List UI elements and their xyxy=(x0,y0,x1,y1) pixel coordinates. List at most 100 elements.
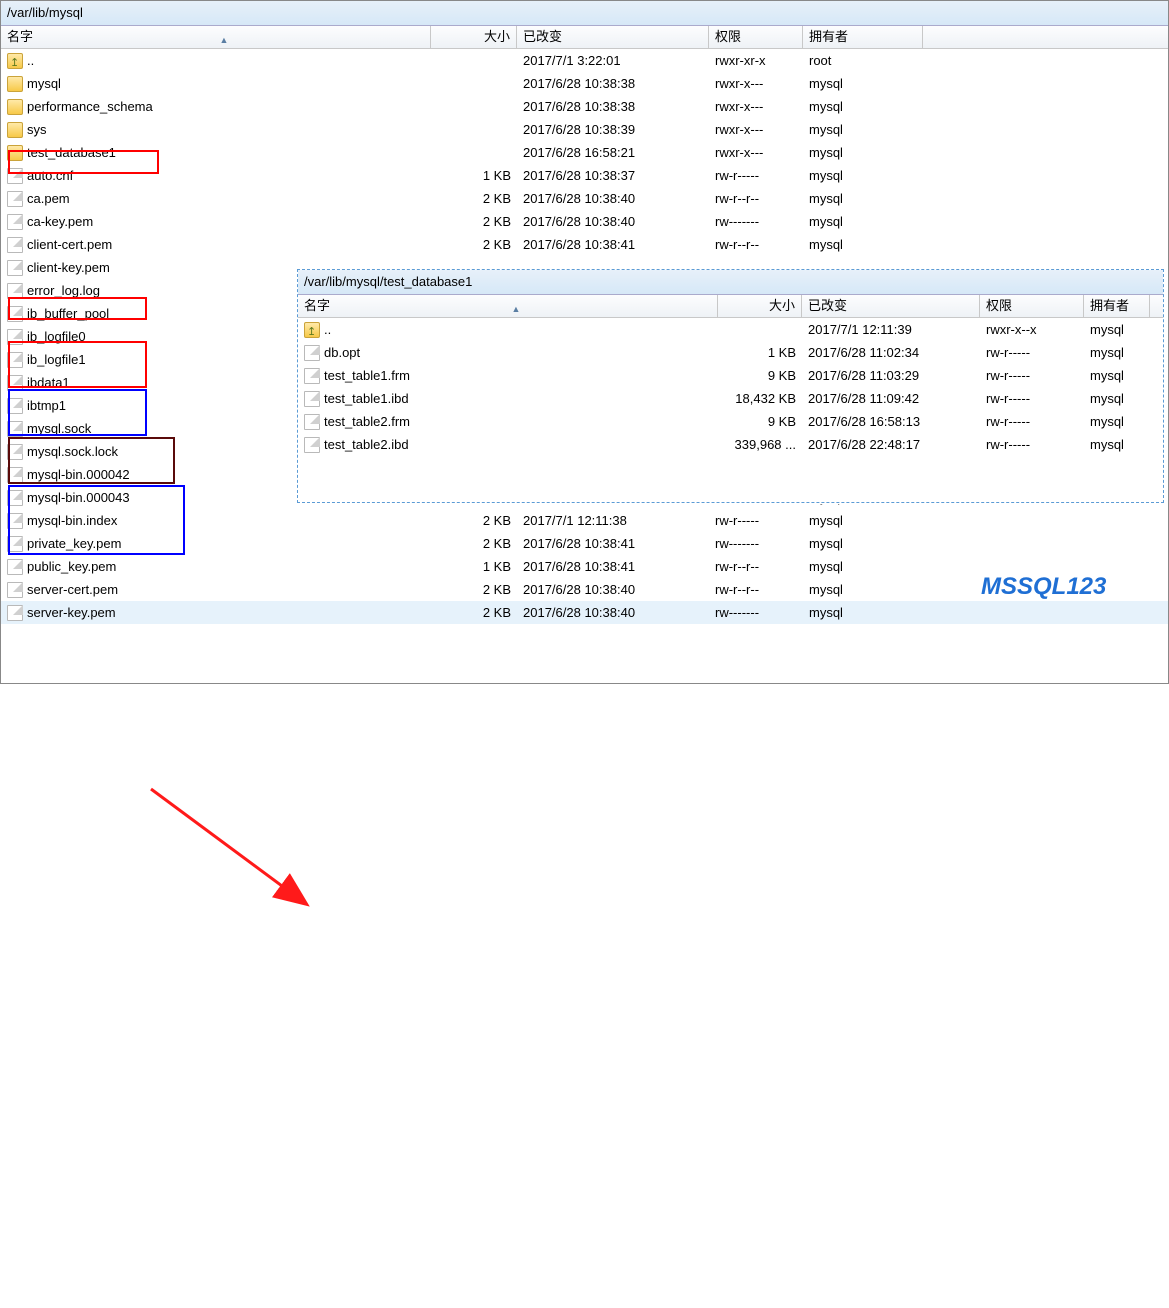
file-icon xyxy=(7,352,23,368)
up-dir-icon xyxy=(304,322,320,338)
cell-owner: mysql xyxy=(803,141,923,164)
file-row[interactable]: server-key.pem2 KB2017/6/28 10:38:40rw--… xyxy=(1,601,1168,624)
column-header-name[interactable]: 名字▲ xyxy=(1,26,431,48)
cell-owner: mysql xyxy=(1084,341,1150,364)
file-icon xyxy=(7,168,23,184)
file-name: error_log.log xyxy=(27,279,100,302)
cell-name: server-key.pem xyxy=(1,601,431,624)
file-icon xyxy=(7,306,23,322)
file-row[interactable]: ..2017/7/1 3:22:01rwxr-xr-xroot xyxy=(1,49,1168,72)
column-header-changed[interactable]: 已改变 xyxy=(802,295,980,317)
file-icon xyxy=(7,421,23,437)
file-row[interactable]: ca.pem2 KB2017/6/28 10:38:40rw-r--r--mys… xyxy=(1,187,1168,210)
cell-size: 2 KB xyxy=(431,532,517,555)
file-row[interactable]: test_table1.frm9 KB2017/6/28 11:03:29rw-… xyxy=(298,364,1163,387)
column-header-row: 名字▲大小已改变权限拥有者 xyxy=(1,26,1168,49)
cell-owner: mysql xyxy=(803,118,923,141)
cell-size: 2 KB xyxy=(431,233,517,256)
cell-size: 2 KB xyxy=(431,187,517,210)
file-name: ib_logfile0 xyxy=(27,325,86,348)
sort-indicator-icon: ▲ xyxy=(220,29,229,48)
cell-changed: 2017/6/28 10:38:41 xyxy=(517,233,709,256)
column-header-size[interactable]: 大小 xyxy=(718,295,802,317)
column-header-name[interactable]: 名字▲ xyxy=(298,295,718,317)
overlay-column-header-row: 名字▲大小已改变权限拥有者 xyxy=(298,295,1163,318)
file-icon xyxy=(7,582,23,598)
file-row[interactable]: private_key.pem2 KB2017/6/28 10:38:41rw-… xyxy=(1,532,1168,555)
cell-owner: mysql xyxy=(803,95,923,118)
file-row[interactable]: test_database12017/6/28 16:58:21rwxr-x--… xyxy=(1,141,1168,164)
cell-name: mysql xyxy=(1,72,431,95)
cell-size: 18,432 KB xyxy=(718,387,802,410)
column-header-owner[interactable]: 拥有者 xyxy=(1084,295,1150,317)
file-icon xyxy=(7,191,23,207)
folder-icon xyxy=(7,145,23,161)
cell-name: .. xyxy=(1,49,431,72)
cell-changed: 2017/6/28 10:38:38 xyxy=(517,95,709,118)
cell-name: auto.cnf xyxy=(1,164,431,187)
path-bar[interactable]: /var/lib/mysql xyxy=(1,1,1168,26)
cell-name: test_table2.ibd xyxy=(298,433,718,456)
file-icon xyxy=(7,283,23,299)
column-header-perms[interactable]: 权限 xyxy=(709,26,803,48)
cell-changed: 2017/6/28 11:03:29 xyxy=(802,364,980,387)
cell-name: test_table1.frm xyxy=(298,364,718,387)
file-row[interactable]: test_table2.frm9 KB2017/6/28 16:58:13rw-… xyxy=(298,410,1163,433)
cell-perms: rw-r----- xyxy=(980,364,1084,387)
file-icon xyxy=(304,437,320,453)
file-row[interactable]: mysql-bin.index2 KB2017/7/1 12:11:38rw-r… xyxy=(1,509,1168,532)
file-name: private_key.pem xyxy=(27,532,121,555)
file-name: test_table2.ibd xyxy=(324,433,409,456)
cell-perms: rw-r----- xyxy=(709,509,803,532)
cell-owner: mysql xyxy=(803,555,923,578)
cell-perms: rw-r--r-- xyxy=(709,187,803,210)
file-name: performance_schema xyxy=(27,95,153,118)
file-icon xyxy=(7,467,23,483)
cell-name: client-cert.pem xyxy=(1,233,431,256)
cell-owner: mysql xyxy=(803,578,923,601)
cell-perms: rw-r----- xyxy=(980,341,1084,364)
file-name: ib_buffer_pool xyxy=(27,302,109,325)
file-row[interactable]: test_table2.ibd339,968 ...2017/6/28 22:4… xyxy=(298,433,1163,456)
file-row[interactable]: sys2017/6/28 10:38:39rwxr-x---mysql xyxy=(1,118,1168,141)
cell-size: 9 KB xyxy=(718,364,802,387)
file-row[interactable]: mysql2017/6/28 10:38:38rwxr-x---mysql xyxy=(1,72,1168,95)
file-name: mysql-bin.000043 xyxy=(27,486,130,509)
file-row[interactable]: db.opt1 KB2017/6/28 11:02:34rw-r-----mys… xyxy=(298,341,1163,364)
folder-icon xyxy=(7,99,23,115)
cell-changed: 2017/6/28 10:38:40 xyxy=(517,187,709,210)
overlay-file-list[interactable]: ..2017/7/1 12:11:39rwxr-x--xmysqldb.opt1… xyxy=(298,318,1163,456)
cell-perms: rwxr-x--- xyxy=(709,141,803,164)
cell-owner: mysql xyxy=(1084,433,1150,456)
watermark: MSSQL123 xyxy=(981,573,1106,601)
file-name: ca.pem xyxy=(27,187,70,210)
main-window: /var/lib/mysql 名字▲大小已改变权限拥有者 ..2017/7/1 … xyxy=(0,0,1169,684)
file-icon xyxy=(7,536,23,552)
cell-owner: mysql xyxy=(803,210,923,233)
file-row[interactable]: client-cert.pem2 KB2017/6/28 10:38:41rw-… xyxy=(1,233,1168,256)
cell-name: private_key.pem xyxy=(1,532,431,555)
file-row[interactable]: performance_schema2017/6/28 10:38:38rwxr… xyxy=(1,95,1168,118)
cell-name: test_table1.ibd xyxy=(298,387,718,410)
cell-perms: rwxr-x--x xyxy=(980,318,1084,341)
cell-size: 339,968 ... xyxy=(718,433,802,456)
cell-changed: 2017/6/28 10:38:40 xyxy=(517,210,709,233)
file-name: ca-key.pem xyxy=(27,210,93,233)
cell-size: 2 KB xyxy=(431,601,517,624)
cell-name: performance_schema xyxy=(1,95,431,118)
file-name: db.opt xyxy=(324,341,360,364)
column-header-owner[interactable]: 拥有者 xyxy=(803,26,923,48)
file-name: test_table1.ibd xyxy=(324,387,409,410)
column-header-perms[interactable]: 权限 xyxy=(980,295,1084,317)
column-header-size[interactable]: 大小 xyxy=(431,26,517,48)
file-row[interactable]: test_table1.ibd18,432 KB2017/6/28 11:09:… xyxy=(298,387,1163,410)
file-row[interactable]: auto.cnf1 KB2017/6/28 10:38:37rw-r-----m… xyxy=(1,164,1168,187)
file-icon xyxy=(7,237,23,253)
cell-changed: 2017/6/28 10:38:39 xyxy=(517,118,709,141)
column-header-changed[interactable]: 已改变 xyxy=(517,26,709,48)
file-row[interactable]: ..2017/7/1 12:11:39rwxr-x--xmysql xyxy=(298,318,1163,341)
cell-changed: 2017/6/28 10:38:38 xyxy=(517,72,709,95)
overlay-path-bar[interactable]: /var/lib/mysql/test_database1 xyxy=(298,270,1163,295)
file-name: auto.cnf xyxy=(27,164,73,187)
file-row[interactable]: ca-key.pem2 KB2017/6/28 10:38:40rw------… xyxy=(1,210,1168,233)
